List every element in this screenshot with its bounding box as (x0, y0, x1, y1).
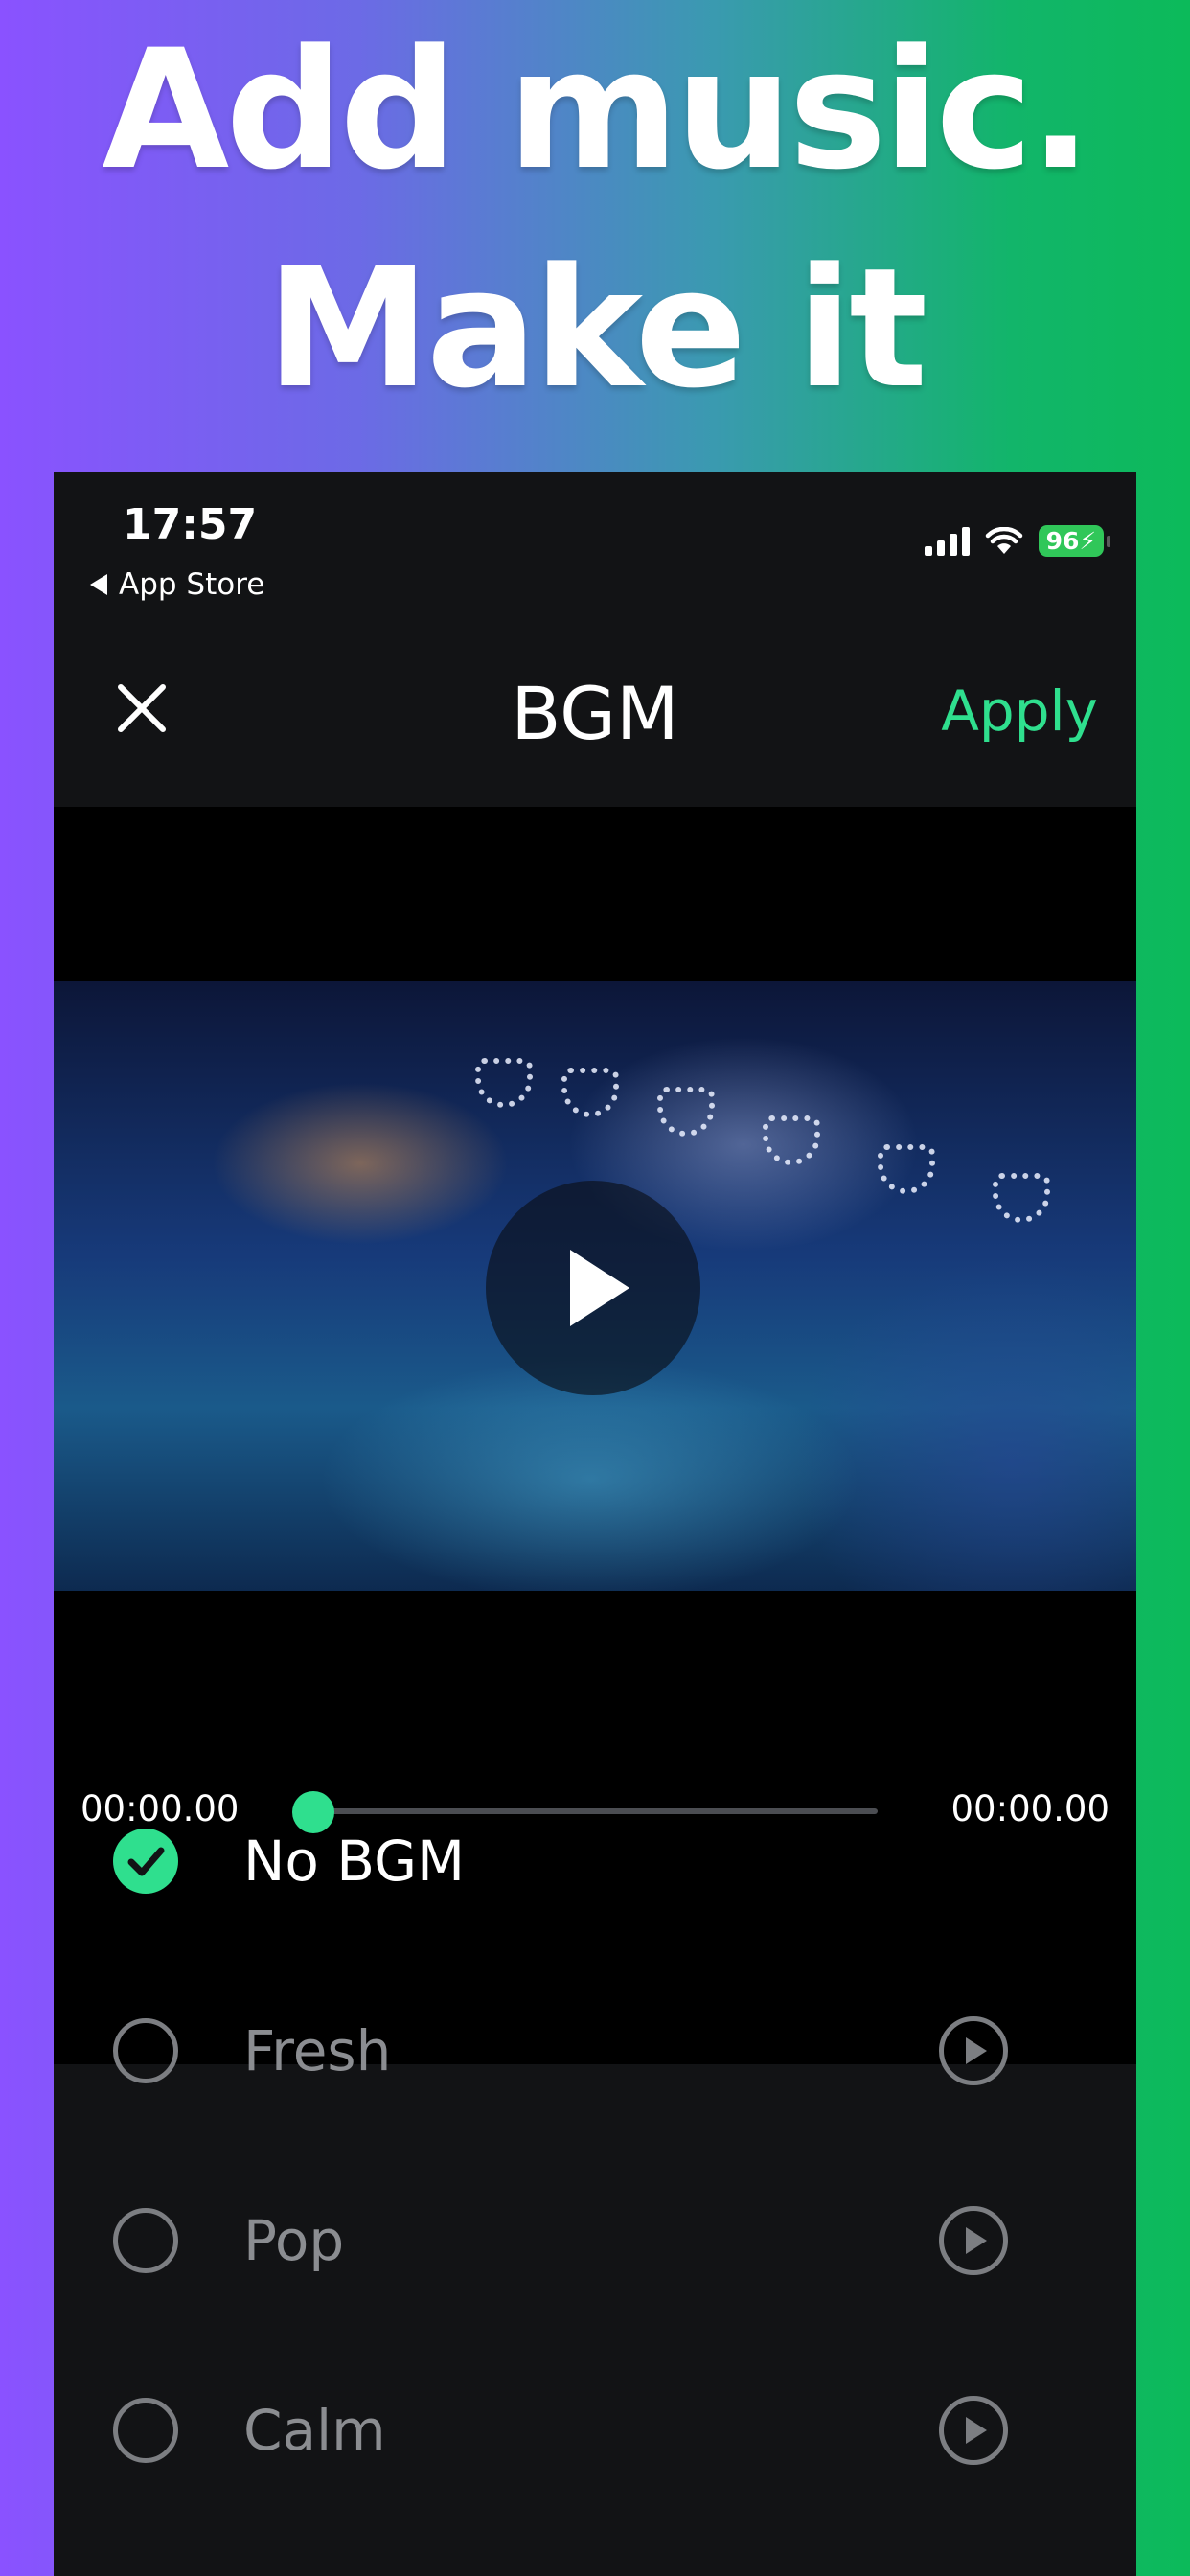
checkmark-icon (127, 1847, 165, 1876)
phone-screen: 17:57 App Store 96⚡ BGM Apply 00:00.00 0… (54, 472, 1136, 2576)
play-icon (966, 2227, 987, 2254)
play-icon (966, 2417, 987, 2444)
bgm-option-pop[interactable]: Pop (54, 2145, 1136, 2334)
apply-button[interactable]: Apply (941, 678, 1098, 744)
bgm-option-label: Pop (243, 2208, 345, 2273)
system-icons: 96⚡ (924, 525, 1111, 557)
bgm-option-calm[interactable]: Calm (54, 2334, 1136, 2524)
status-time: 17:57 (123, 500, 258, 549)
radio-unchecked-icon[interactable] (113, 2018, 178, 2083)
back-to-app-store-link[interactable]: App Store (90, 567, 264, 602)
bgm-option-no-bgm[interactable]: No BGM (54, 1765, 1136, 1955)
cellular-signal-icon (924, 526, 970, 556)
play-icon (570, 1250, 629, 1326)
battery-level: 96 (1045, 527, 1080, 555)
radio-checked-icon[interactable] (113, 1828, 178, 1894)
preview-play-button[interactable] (939, 2206, 1008, 2275)
back-arrow-icon (90, 574, 107, 595)
nav-bar: BGM Apply (54, 615, 1136, 807)
promo-headline: Add music. Make it yours. (0, 0, 1190, 602)
charging-bolt-icon: ⚡ (1079, 527, 1096, 555)
preview-play-button[interactable] (939, 2396, 1008, 2465)
video-preview[interactable] (54, 981, 1136, 1591)
bgm-option-label: Fresh (243, 2018, 392, 2083)
preview-play-button[interactable] (939, 2016, 1008, 2085)
status-bar: 17:57 App Store 96⚡ (54, 472, 1136, 615)
battery-icon: 96⚡ (1038, 525, 1111, 557)
play-button[interactable] (486, 1181, 700, 1395)
bgm-option-label: Calm (243, 2398, 386, 2463)
wifi-icon (985, 526, 1022, 554)
play-icon (966, 2037, 987, 2064)
back-link-label: App Store (119, 567, 265, 602)
headline-line-1: Add music. (102, 13, 1092, 206)
radio-unchecked-icon[interactable] (113, 2398, 178, 2463)
bgm-option-label: No BGM (243, 1828, 466, 1894)
bgm-option-fresh[interactable]: Fresh (54, 1955, 1136, 2145)
radio-unchecked-icon[interactable] (113, 2208, 178, 2273)
